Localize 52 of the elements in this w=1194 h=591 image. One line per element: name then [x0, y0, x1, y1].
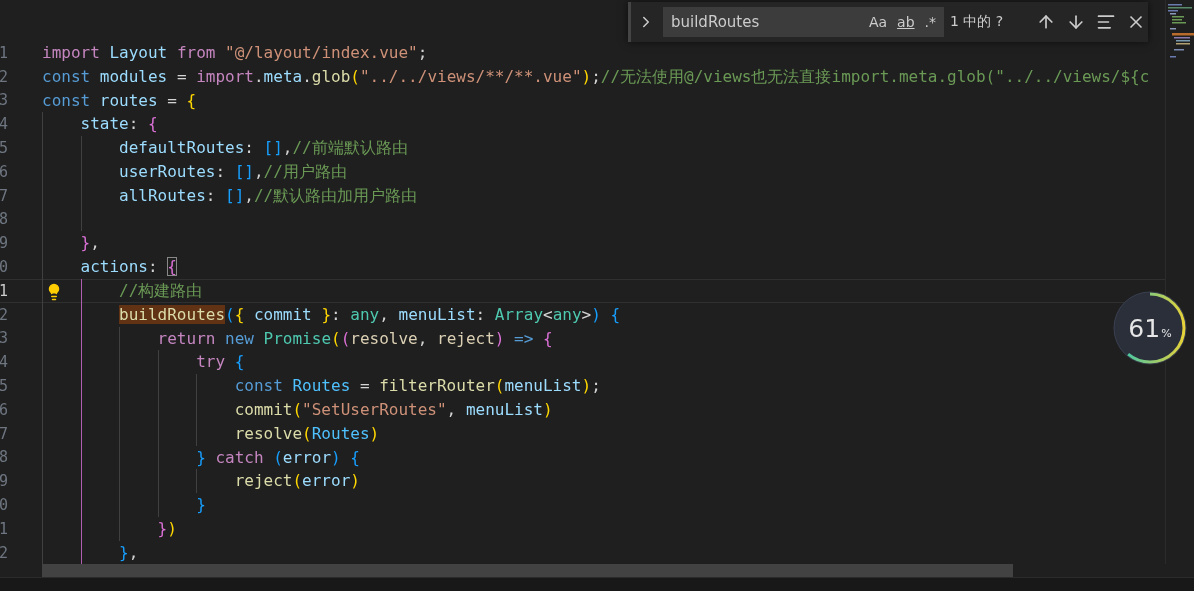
line-number: 2 — [0, 543, 9, 562]
code-line: //构建路由 — [119, 279, 203, 302]
code-line: buildRoutes({ commit }: any, menuList: Array<any>) { — [119, 303, 621, 326]
line-number: 8 — [0, 448, 9, 467]
code-line: userRoutes: [],//用户路由 — [119, 161, 347, 183]
code-line: }, — [119, 541, 139, 564]
code-line: state: { — [80, 113, 158, 136]
regex-toggle[interactable]: .* — [922, 14, 938, 30]
code-line: } catch (error) { — [196, 446, 360, 469]
line-number: 9 — [0, 472, 9, 491]
line-number: 5 — [0, 377, 9, 396]
line-number: 2 — [0, 305, 9, 324]
line-number: 1 — [0, 519, 9, 538]
line-number: 8 — [0, 210, 9, 229]
line-number: 7 — [0, 186, 9, 205]
code-line: defaultRoutes: [],//前端默认路由 — [119, 137, 408, 160]
code-line: return new Promise((resolve, reject) => { — [157, 327, 553, 350]
meter-reading: 61 — [1128, 313, 1161, 343]
match-case-toggle[interactable]: Aa — [866, 14, 890, 30]
code-line: try { — [196, 351, 245, 374]
line-number: 6 — [0, 162, 9, 181]
code-line: resolve(Routes) — [234, 422, 380, 445]
code-line: }) — [157, 517, 177, 540]
line-number: 5 — [0, 139, 9, 158]
code-line: } — [196, 494, 206, 517]
code-line: }, — [80, 232, 100, 255]
horizontal-scrollbar[interactable] — [42, 564, 1013, 577]
line-number: 4 — [0, 353, 9, 372]
code-line: const Routes = filterRouter(menuList); — [234, 375, 601, 398]
code-line: allRoutes: [],//默认路由加用户路由 — [119, 184, 418, 207]
code-line: actions: { — [80, 256, 177, 279]
line-number: 1 — [0, 281, 9, 300]
whole-word-toggle[interactable]: ab — [895, 14, 917, 30]
code-line: commit("SetUserRoutes", menuList) — [234, 398, 553, 421]
line-number: 6 — [0, 400, 9, 419]
line-number: 0 — [0, 258, 9, 277]
line-number: 2 — [0, 67, 9, 86]
lines-icon — [1096, 12, 1116, 32]
meter-unit: % — [1161, 326, 1172, 340]
code-line: reject(error) — [234, 470, 360, 493]
line-number: 9 — [0, 234, 9, 253]
match-count: 1 中的 ? — [950, 13, 1005, 31]
line-number: 1 — [0, 43, 9, 62]
code-line: const modules = import.meta.glob("../../views/**/**.vue");//无法使用@/views也无法直接import.meta.glob("../../views/${c — [42, 65, 1150, 88]
line-number: 7 — [0, 424, 9, 443]
line-number: 3 — [0, 329, 9, 348]
line-number: 3 — [0, 91, 9, 110]
line-number: 4 — [0, 115, 9, 134]
search-field[interactable]: buildRoutes Aa ab .* — [663, 7, 944, 37]
line-number: 0 — [0, 496, 9, 515]
code-line: import Layout from "@/layout/index.vue"; — [42, 42, 428, 64]
code-line: const routes = { — [42, 89, 197, 112]
